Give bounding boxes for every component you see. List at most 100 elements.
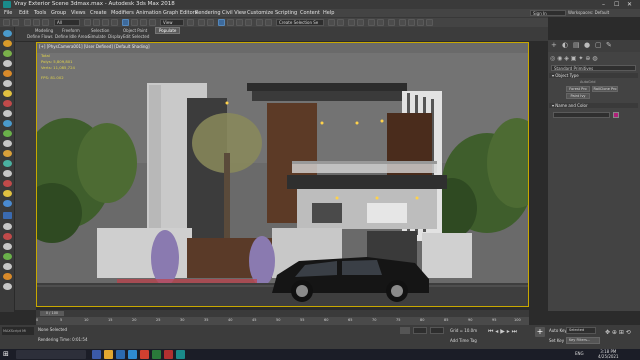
foliage-icon[interactable] <box>3 253 12 260</box>
menu-group[interactable]: Group <box>51 10 66 16</box>
camera-icon[interactable] <box>3 80 12 87</box>
menu-tools[interactable]: Tools <box>34 10 46 16</box>
system-icon[interactable] <box>3 130 12 137</box>
undo-icon[interactable] <box>3 19 10 26</box>
window-crossing-icon[interactable] <box>111 19 118 26</box>
y-coord-field[interactable] <box>430 327 444 334</box>
create-tab-icon[interactable]: + <box>551 42 558 49</box>
torus-icon[interactable] <box>3 110 12 117</box>
display-tab-icon[interactable]: ▢ <box>595 42 602 49</box>
hierarchy-tab-icon[interactable]: ▤ <box>573 42 580 49</box>
acrobat-icon[interactable] <box>164 350 173 359</box>
language-indicator[interactable]: ENG <box>575 351 584 356</box>
menu-civil-view[interactable]: Civil View <box>222 10 246 16</box>
rectangle-selection-icon[interactable] <box>102 19 109 26</box>
select-icon[interactable] <box>3 30 12 37</box>
chrome-icon[interactable] <box>140 350 149 359</box>
helper-icon[interactable] <box>3 50 12 57</box>
placement-icon[interactable] <box>149 19 156 26</box>
tab-populate[interactable]: Populate <box>155 27 181 34</box>
select-by-name-icon[interactable] <box>93 19 100 26</box>
set-key-icon[interactable]: + <box>535 327 545 337</box>
cloth-icon[interactable] <box>3 200 12 207</box>
menu-views[interactable]: Views <box>71 10 85 16</box>
menu-content[interactable]: Content <box>300 10 320 16</box>
pyramid-icon[interactable] <box>3 283 12 290</box>
playback-controls[interactable]: ⏮ ◂ ▶ ▸ ⏭ <box>488 328 528 336</box>
menu-rendering[interactable]: Rendering <box>195 10 221 16</box>
grid-icon[interactable] <box>3 120 12 127</box>
ribbon-display[interactable]: Display <box>108 34 123 39</box>
tab-modeling[interactable]: Modeling <box>35 28 53 33</box>
bind-space-warp-icon[interactable] <box>42 19 49 26</box>
modifier-icon[interactable] <box>3 90 12 97</box>
menu-animation[interactable]: Animation <box>136 10 162 16</box>
ribbon-define-flows[interactable]: Define Flows <box>27 34 53 39</box>
teapot-object-icon[interactable] <box>3 243 12 250</box>
cone-icon[interactable] <box>3 263 12 270</box>
light-icon[interactable] <box>3 70 12 77</box>
sign-in-dropdown[interactable]: Sign In <box>530 10 566 16</box>
taskbar-search[interactable] <box>16 350 86 359</box>
select-object-icon[interactable] <box>84 19 91 26</box>
render-production-icon[interactable] <box>417 19 424 26</box>
tab-object-paint[interactable]: Object Paint <box>123 28 147 33</box>
ribbon-edit-selected[interactable]: Edit Selected <box>123 34 149 39</box>
paint-ivy-button[interactable]: Paint Ivy <box>566 93 590 99</box>
task-view-icon[interactable] <box>92 350 101 359</box>
spinner-snap-icon[interactable] <box>245 19 252 26</box>
vray-icon[interactable] <box>3 233 12 240</box>
lock-icon[interactable] <box>400 327 410 334</box>
render-setup-icon[interactable] <box>399 19 406 26</box>
key-mode-dropdown[interactable]: Selected <box>566 327 596 334</box>
create-icon[interactable] <box>3 40 12 47</box>
menu-file[interactable]: File <box>4 10 12 16</box>
menu-modifiers[interactable]: Modifiers <box>111 10 134 16</box>
x-coord-field[interactable] <box>413 327 427 334</box>
autogrid-checkbox[interactable]: AutoGrid <box>580 80 595 84</box>
selection-filter-dropdown[interactable]: All <box>54 19 80 26</box>
object-type-rollout[interactable]: ▾ Object Type <box>549 73 638 78</box>
particle-icon[interactable] <box>3 160 12 167</box>
clock[interactable]: 3:18 PM 4/25/2021 <box>598 349 619 359</box>
menu-create[interactable]: Create <box>90 10 107 16</box>
excel-icon[interactable] <box>152 350 161 359</box>
menu-edit[interactable]: Edit <box>19 10 29 16</box>
maximize-icon[interactable]: ☐ <box>614 1 619 8</box>
percent-snap-icon[interactable] <box>236 19 243 26</box>
keyboard-shortcut-icon[interactable] <box>207 19 214 26</box>
render-icon[interactable] <box>3 212 12 219</box>
tab-freeform[interactable]: Freeform <box>62 28 80 33</box>
utilities-tab-icon[interactable]: ✎ <box>606 42 613 49</box>
close-icon[interactable]: ✕ <box>627 1 632 8</box>
create-selection-set-dropdown[interactable]: Create Selection Se <box>276 19 324 26</box>
file-explorer-icon[interactable] <box>104 350 113 359</box>
ribbon-define-idle-areas[interactable]: Define Idle Areas <box>55 34 89 39</box>
redo-icon[interactable] <box>12 19 19 26</box>
maxscript-listener[interactable]: MAXScript Mi <box>2 327 34 335</box>
menu-help[interactable]: Help <box>323 10 334 16</box>
modify-tab-icon[interactable]: ◐ <box>562 42 569 49</box>
navigation-controls[interactable]: ✥ ⊕ ⊞ ⟲ <box>605 329 631 336</box>
lightbulb-icon[interactable] <box>3 190 12 197</box>
plane-icon[interactable] <box>3 223 12 230</box>
set-key-button[interactable]: Set Key <box>549 338 564 343</box>
sun-icon[interactable] <box>3 273 12 280</box>
sphere-icon[interactable] <box>3 60 12 67</box>
edit-named-selection-icon[interactable] <box>256 19 263 26</box>
toggle-ribbon-icon[interactable] <box>357 19 364 26</box>
photoshop-icon[interactable] <box>116 350 125 359</box>
layer-explorer-icon[interactable] <box>348 19 355 26</box>
ribbon-simulate[interactable]: Simulate <box>88 34 106 39</box>
snaps-toggle-icon[interactable] <box>218 19 225 26</box>
cylinder-icon[interactable] <box>3 140 12 147</box>
object-color-swatch[interactable] <box>613 112 619 118</box>
workspaces-selector[interactable]: Workspaces: Default <box>568 10 609 15</box>
viewport-camera[interactable]: [+] [PhysCamera001] [User Defined] [Defa… <box>36 42 529 307</box>
rotate-icon[interactable] <box>131 19 138 26</box>
railclone-pro-button[interactable]: RailClone Pro <box>592 86 618 92</box>
box-icon[interactable] <box>3 170 12 177</box>
curve-editor-icon[interactable] <box>368 19 375 26</box>
spline-icon[interactable] <box>3 150 12 157</box>
shape-icon[interactable] <box>3 100 12 107</box>
